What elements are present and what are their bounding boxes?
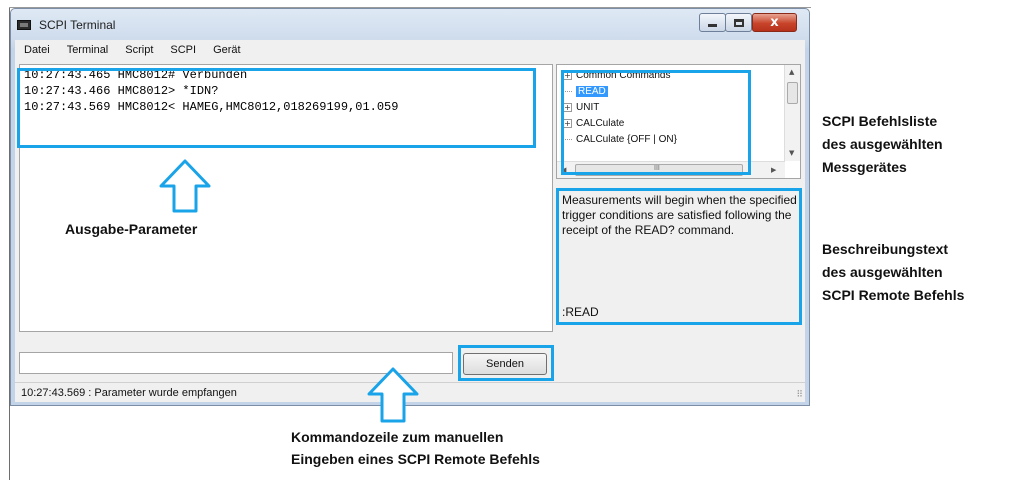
up-arrow-icon (367, 367, 419, 423)
description-highlight-box (556, 188, 802, 325)
menu-script[interactable]: Script (116, 44, 161, 56)
scroll-up-icon[interactable]: ▲ (789, 68, 794, 76)
window-title: SCPI Terminal (39, 18, 116, 32)
annotation-cmd-label-2: Eingeben eines SCPI Remote Befehls (291, 451, 540, 467)
annotation-desc-label-2: des ausgewählten (822, 264, 943, 280)
maximize-icon (733, 18, 744, 27)
tree-highlight-box (561, 70, 751, 175)
annotation-desc-label-1: Beschreibungstext (822, 241, 949, 257)
annotation-output-label: Ausgabe-Parameter (65, 221, 198, 237)
annotation-list-label-1: SCPI Befehlsliste (822, 113, 938, 129)
up-arrow-icon (159, 159, 211, 213)
annotation-desc-label-3: SCPI Remote Befehls (822, 287, 965, 303)
scpi-terminal-window: SCPI Terminal x Datei Terminal Script SC… (10, 8, 810, 406)
menu-geraet[interactable]: Gerät (204, 44, 249, 56)
minimize-icon (708, 24, 717, 27)
terminal-app-icon (17, 20, 31, 30)
resize-grip-icon[interactable]: ⠿ (796, 389, 803, 400)
menu-bar: Datei Terminal Script SCPI Gerät (15, 40, 805, 60)
scroll-down-icon[interactable]: ▼ (789, 149, 794, 157)
output-highlight-box (17, 68, 536, 148)
menu-datei[interactable]: Datei (15, 44, 58, 56)
minimize-button[interactable] (699, 13, 726, 32)
annotation-list-label-3: Messgerätes (822, 159, 907, 175)
scroll-right-icon[interactable]: ▶ (771, 166, 776, 174)
status-text: 10:27:43.569 : Parameter wurde empfangen (21, 387, 237, 399)
close-button[interactable]: x (752, 13, 797, 32)
annotation-cmd-label-1: Kommandozeile zum manuellen (291, 429, 504, 445)
menu-terminal[interactable]: Terminal (58, 44, 117, 56)
close-icon: x (770, 15, 779, 30)
send-highlight-box (458, 345, 554, 381)
tree-vertical-scrollbar[interactable]: ▲ ▼ (784, 65, 800, 161)
title-bar[interactable]: SCPI Terminal x (11, 9, 809, 39)
maximize-button[interactable] (725, 13, 752, 32)
menu-scpi[interactable]: SCPI (161, 44, 204, 56)
scroll-thumb[interactable] (787, 82, 798, 104)
annotation-list-label-2: des ausgewählten (822, 136, 943, 152)
